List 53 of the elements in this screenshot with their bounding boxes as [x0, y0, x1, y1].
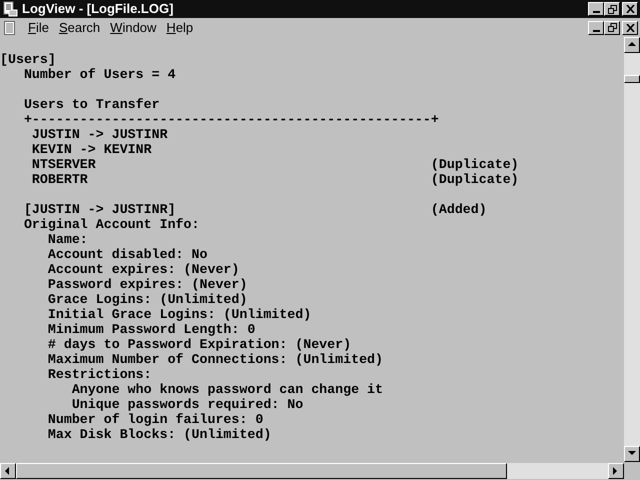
menu-item[interactable]: Window [105, 18, 162, 38]
log-note: (Added) [430, 202, 487, 217]
log-line: Name: [46, 232, 89, 247]
log-note: (Duplicate) [430, 157, 519, 172]
log-line: Users to Transfer [22, 97, 161, 112]
menu-item[interactable]: Help [161, 18, 198, 38]
log-line: Maximum Number of Connections: (Unlimited) [46, 352, 384, 367]
minimize-icon [592, 30, 600, 32]
log-line: [Users] [0, 52, 57, 67]
log-line: ROBERTR [30, 172, 89, 187]
window-title: LogView - [LogFile.LOG] [22, 0, 174, 18]
log-line: Account expires: (Never) [46, 262, 240, 277]
close-icon [626, 5, 634, 13]
log-line: Account disabled: No [46, 247, 208, 262]
scroll-right-button[interactable] [608, 463, 624, 479]
restore-icon [608, 4, 616, 14]
scroll-left-button[interactable] [0, 463, 16, 479]
log-line: Number of Users = 4 [22, 67, 177, 82]
scroll-thumb[interactable] [624, 75, 640, 83]
log-line: Original Account Info: [22, 217, 200, 232]
minimize-button[interactable] [588, 2, 604, 16]
log-line: Initial Grace Logins: (Unlimited) [46, 307, 312, 322]
restore-button[interactable] [604, 20, 620, 34]
document-icon [3, 20, 17, 34]
close-button[interactable] [622, 2, 638, 16]
scroll-up-button[interactable] [624, 37, 640, 53]
restore-icon [608, 23, 616, 32]
restore-button[interactable] [604, 2, 620, 16]
log-line: Number of login failures: 0 [46, 412, 264, 427]
log-line: NTSERVER [30, 157, 97, 172]
minimize-button[interactable] [588, 20, 604, 34]
vertical-scrollbar[interactable] [624, 37, 640, 462]
log-line: Password expires: (Never) [46, 277, 248, 292]
log-line: Minimum Password Length: 0 [46, 322, 256, 337]
log-line: JUSTIN -> JUSTINR [30, 127, 169, 142]
log-line: [JUSTIN -> JUSTINR] [22, 202, 177, 217]
minimize-icon [592, 11, 600, 13]
close-button[interactable] [622, 20, 638, 34]
menu-item[interactable]: File [23, 18, 54, 38]
scroll-thumb[interactable] [16, 463, 507, 479]
log-line: +--------------------------------------------------+ [22, 112, 439, 127]
log-note: (Duplicate) [430, 172, 519, 187]
horizontal-scrollbar[interactable] [0, 463, 624, 479]
scroll-down-button[interactable] [624, 446, 640, 462]
log-line: KEVIN -> KEVINR [30, 142, 153, 157]
close-icon [626, 24, 634, 32]
log-line: Unique passwords required: No [70, 397, 304, 412]
log-line: Grace Logins: (Unlimited) [46, 292, 248, 307]
menu-item[interactable]: Search [54, 18, 106, 38]
log-line: Max Disk Blocks: (Unlimited) [46, 427, 272, 442]
log-line: Anyone who knows password can change it [70, 382, 384, 397]
log-line: Restrictions: [46, 367, 153, 382]
log-line: # days to Password Expiration: (Never) [46, 337, 352, 352]
